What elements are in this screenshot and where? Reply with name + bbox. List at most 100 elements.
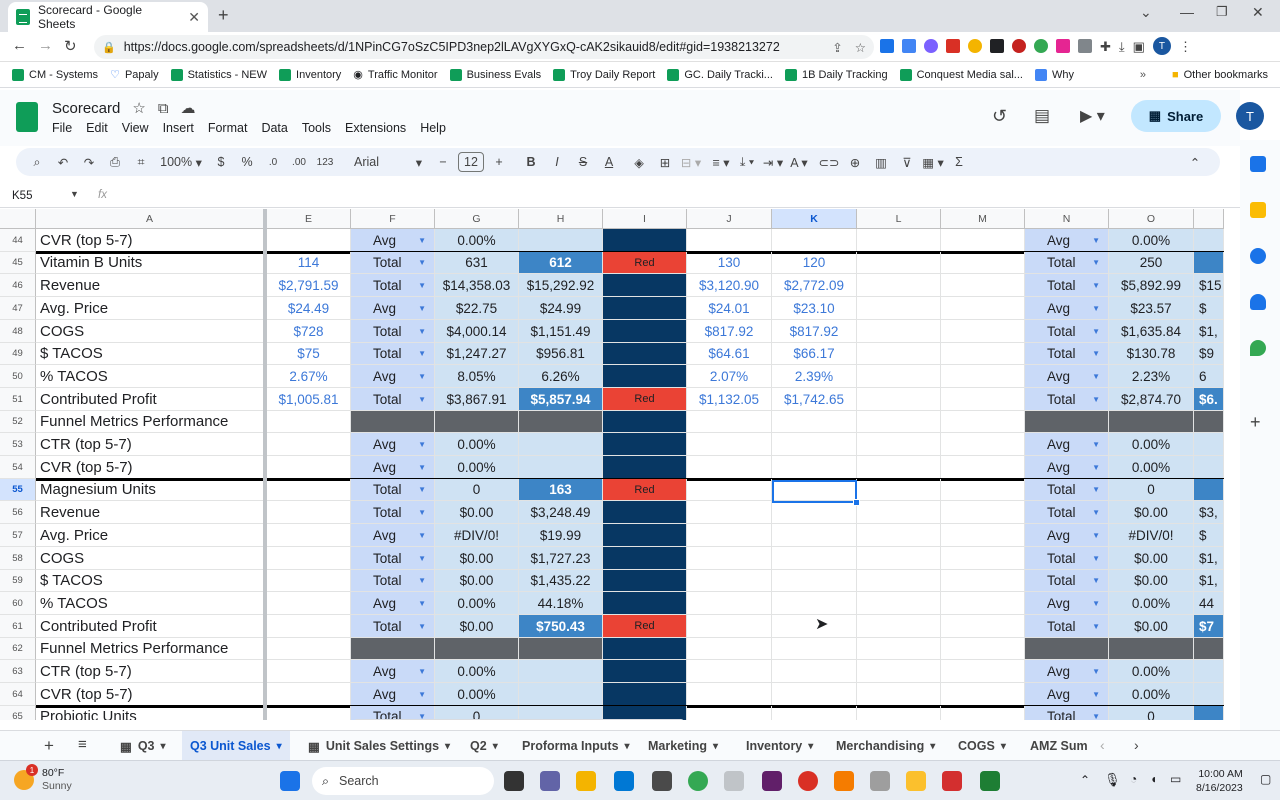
cell-l[interactable] [857,683,941,706]
close-tab-icon[interactable]: ✕ [188,9,200,26]
cell-h[interactable] [519,229,603,252]
cell-g[interactable]: #DIV/0! [435,524,519,547]
chevron-down-icon[interactable]: ▼ [418,440,426,449]
cloud-status-icon[interactable]: ☁ [181,99,196,117]
cell-i-status[interactable] [603,229,687,252]
row-header[interactable]: 56 [0,501,36,524]
cell-i-status[interactable] [603,343,687,365]
dropdown-cell-n[interactable]: Avg ▼ [1025,660,1109,683]
text-rotation-icon[interactable]: A ▾ [788,150,810,174]
chevron-down-icon[interactable]: ▾ [808,741,813,752]
cell-e[interactable] [267,501,351,524]
cell-k[interactable] [772,229,857,252]
row-label-cell[interactable]: Vitamin B Units [36,252,264,274]
microphone-icon[interactable]: 🎙 [1104,772,1121,788]
cell-m[interactable] [941,638,1025,660]
chevron-down-icon[interactable]: ▼ [418,531,426,540]
cell-m[interactable] [941,320,1025,343]
cell-p[interactable]: 44 [1194,592,1224,615]
percent-format-button[interactable]: % [236,150,258,174]
cell-o[interactable]: 0.00% [1109,456,1194,479]
dropdown-cell-n[interactable]: Total ▼ [1025,479,1109,501]
maps-icon[interactable] [1250,340,1266,356]
cell-h[interactable]: $24.99 [519,297,603,320]
column-header[interactable] [1194,209,1224,229]
calculator-icon[interactable] [652,771,672,791]
cell-k[interactable] [772,456,857,479]
cell-h[interactable] [519,411,603,433]
cell-k[interactable]: $23.10 [772,297,857,320]
row-label-cell[interactable]: Avg. Price [36,297,264,320]
cell-j[interactable] [687,706,772,720]
minimize-icon[interactable]: ⌄ [1140,4,1152,21]
cell-l[interactable] [857,229,941,252]
chevron-down-icon[interactable]: ▾ [161,741,166,752]
menu-edit[interactable]: Edit [86,121,108,135]
cell-k[interactable]: $817.92 [772,320,857,343]
dropdown-cell-f[interactable]: Total ▼ [351,479,435,501]
cell-i-status[interactable] [603,524,687,547]
cell-o[interactable]: 0.00% [1109,229,1194,252]
cell-o[interactable]: $0.00 [1109,547,1194,570]
cell-m[interactable] [941,547,1025,570]
cell-j[interactable] [687,411,772,433]
column-header[interactable]: N [1025,209,1109,229]
cell-h[interactable]: 44.18% [519,592,603,615]
cell-i-status[interactable] [603,638,687,660]
cell-j[interactable] [687,592,772,615]
chevron-down-icon[interactable]: ▼ [1092,372,1100,381]
menu-insert[interactable]: Insert [163,121,194,135]
chevron-down-icon[interactable]: ▾ [625,741,630,752]
cell-m[interactable] [941,365,1025,388]
minimize-window-icon[interactable]: — [1180,4,1194,20]
app-icon[interactable] [906,771,926,791]
print-icon[interactable]: ⎙ [104,150,126,174]
chrome-icon[interactable] [688,771,708,791]
chevron-down-icon[interactable]: ▼ [1092,349,1100,358]
chevron-down-icon[interactable]: ▼ [418,508,426,517]
row-label-cell[interactable]: % TACOS [36,592,264,615]
extension-icon[interactable] [946,39,960,53]
cell-h[interactable]: $19.99 [519,524,603,547]
cell-m[interactable] [941,252,1025,274]
chevron-down-icon[interactable]: ▼ [1092,576,1100,585]
cell-l[interactable] [857,524,941,547]
text-wrap-icon[interactable]: ⇥ ▾ [762,150,784,174]
bookmark-item[interactable]: Troy Daily Report [553,68,655,81]
sheet-tab[interactable]: Inventory ▾ [738,731,821,761]
cell-k[interactable] [772,706,857,720]
cell-o[interactable]: 0.00% [1109,660,1194,683]
cell-h[interactable] [519,433,603,456]
row-label-cell[interactable]: Funnel Metrics Performance [36,638,264,660]
cell-e[interactable]: $75 [267,343,351,365]
chevron-down-icon[interactable]: ▼ [1092,440,1100,449]
dropdown-cell-n[interactable]: Avg ▼ [1025,297,1109,320]
cell-g[interactable]: $14,358.03 [435,274,519,297]
fill-handle[interactable] [853,499,860,506]
cell-p[interactable] [1194,456,1224,479]
chevron-down-icon[interactable]: ▼ [418,576,426,585]
cell-h[interactable]: 612 [519,252,603,274]
chevron-down-icon[interactable]: ▼ [418,236,426,245]
cell-j[interactable] [687,433,772,456]
dropdown-cell-n[interactable]: Total ▼ [1025,547,1109,570]
cell-g[interactable]: 0.00% [435,660,519,683]
cell-k[interactable] [772,411,857,433]
cell-o[interactable]: $0.00 [1109,501,1194,524]
cell-i-status[interactable] [603,683,687,706]
column-header[interactable]: K [772,209,857,229]
chevron-down-icon[interactable]: ▼ [1092,622,1100,631]
bookmark-item[interactable]: GC. Daily Tracki... [667,68,773,81]
star-icon[interactable]: ☆ [132,99,145,117]
meet-icon[interactable]: ▶ ▾ [1080,106,1105,126]
functions-icon[interactable]: Σ [948,150,970,174]
cell-h[interactable]: $1,435.22 [519,570,603,592]
tasks-icon[interactable] [1250,248,1266,264]
chevron-down-icon[interactable]: ▾ [493,741,498,752]
cell-g[interactable]: 0.00% [435,433,519,456]
column-header[interactable]: O [1109,209,1194,229]
cell-e[interactable]: $24.49 [267,297,351,320]
cell-m[interactable] [941,411,1025,433]
document-title[interactable]: Scorecard [52,100,120,117]
column-header[interactable]: I [603,209,687,229]
